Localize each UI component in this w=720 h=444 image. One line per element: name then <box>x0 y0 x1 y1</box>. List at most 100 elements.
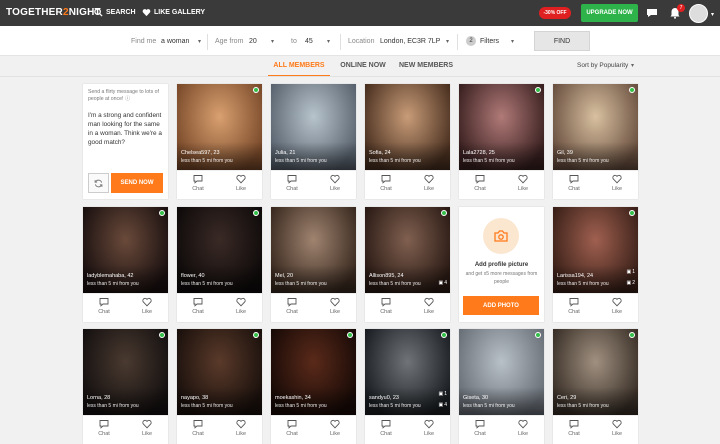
profile-card[interactable]: ▣ 1 ▣ 4 sandyu0, 23 less than 5 mi from you Ch… <box>365 329 450 444</box>
like-button[interactable]: Like <box>596 171 638 199</box>
chat-button[interactable]: Chat <box>365 416 407 444</box>
logo[interactable]: TOGETHER2NIGHT <box>6 7 101 18</box>
add-photo-button[interactable]: ADD PHOTO <box>463 296 539 315</box>
mass-message-text[interactable]: I'm a strong and confident man looking f… <box>88 112 164 148</box>
profile-name[interactable]: Chelsea597, 23 <box>181 150 220 156</box>
profile-name[interactable]: flower, 40 <box>181 273 205 279</box>
like-gallery-nav-link[interactable]: LIKE GALLERY <box>142 8 205 17</box>
profile-card[interactable]: ▣ 4 Allison895, 24 less than 5 mi from you C… <box>365 207 450 322</box>
chat-button[interactable]: Chat <box>83 294 125 322</box>
profile-name[interactable]: Giseta, 30 <box>463 395 488 401</box>
chat-button[interactable]: Chat <box>83 416 125 444</box>
user-avatar[interactable] <box>689 4 708 23</box>
profile-name[interactable]: ladyblemahaba, 42 <box>87 273 133 279</box>
profile-card[interactable]: Ceri, 29 less than 5 mi from you Chat Like <box>553 329 638 444</box>
like-button[interactable]: Like <box>502 171 544 199</box>
chevron-down-icon[interactable]: ▾ <box>631 62 634 69</box>
tab-new-members[interactable]: NEW MEMBERS <box>396 57 456 76</box>
profile-name[interactable]: Sofia, 24 <box>369 150 391 156</box>
online-indicator <box>441 332 447 338</box>
profile-card[interactable]: ▣ 1 ▣ 2 Larissa194, 24 less than 5 mi from yo… <box>553 207 638 322</box>
chat-button[interactable]: Chat <box>271 294 313 322</box>
chat-button[interactable]: Chat <box>365 171 407 199</box>
search-nav-link[interactable]: SEARCH <box>94 8 136 17</box>
like-button[interactable]: Like <box>314 294 356 322</box>
chat-button[interactable]: Chat <box>271 171 313 199</box>
profile-card[interactable]: Mel, 20 less than 5 mi from you Chat Like <box>271 207 356 322</box>
profile-card[interactable]: Chelsea597, 23 less than 5 mi from you Cha… <box>177 84 262 199</box>
profile-card[interactable]: Lorna, 28 less than 5 mi from you Chat Like <box>83 329 168 444</box>
like-button[interactable]: Like <box>220 294 262 322</box>
profile-card[interactable]: Sofia, 24 less than 5 mi from you Chat Like <box>365 84 450 199</box>
chat-button[interactable]: Chat <box>553 294 595 322</box>
chat-button[interactable]: Chat <box>177 294 219 322</box>
like-button[interactable]: Like <box>596 294 638 322</box>
profile-card[interactable]: Lala2728, 25 less than 5 mi from you Chat L… <box>459 84 544 199</box>
photo-gradient <box>459 387 544 415</box>
chat-button[interactable]: Chat <box>553 171 595 199</box>
chat-button[interactable]: Chat <box>459 416 501 444</box>
chat-button[interactable]: Chat <box>177 171 219 199</box>
like-button[interactable]: Like <box>502 416 544 444</box>
camera-icon[interactable] <box>483 218 519 254</box>
profile-card[interactable]: ladyblemahaba, 42 less than 5 mi from you… <box>83 207 168 322</box>
profile-name[interactable]: Mel, 20 <box>275 273 293 279</box>
upgrade-button[interactable]: UPGRADE NOW <box>581 4 638 22</box>
find-button[interactable]: FIND <box>534 31 590 51</box>
chevron-down-icon[interactable]: ▾ <box>711 11 714 18</box>
age-from-select[interactable]: 20 <box>249 38 257 45</box>
like-button[interactable]: Like <box>314 416 356 444</box>
chat-button[interactable]: Chat <box>177 416 219 444</box>
profile-name[interactable]: Julia, 21 <box>275 150 296 156</box>
like-label: Like <box>235 309 247 315</box>
profile-card[interactable]: flower, 40 less than 5 mi from you Chat Lik… <box>177 207 262 322</box>
profile-card[interactable]: Giseta, 30 less than 5 mi from you Chat Lik… <box>459 329 544 444</box>
profile-name[interactable]: moekashin, 34 <box>275 395 311 401</box>
like-button[interactable]: Like <box>596 416 638 444</box>
like-button[interactable]: Like <box>220 416 262 444</box>
chat-button[interactable]: Chat <box>553 416 595 444</box>
card-actions: Chat Like <box>365 170 450 199</box>
like-button[interactable]: Like <box>408 171 450 199</box>
chevron-down-icon[interactable]: ▾ <box>271 38 274 45</box>
profile-name[interactable]: Gil, 39 <box>557 150 573 156</box>
profile-card[interactable]: Julia, 21 less than 5 mi from you Chat Like <box>271 84 356 199</box>
tab-online-now[interactable]: ONLINE NOW <box>334 57 392 76</box>
chat-bubble-icon[interactable] <box>646 7 658 19</box>
profile-card[interactable]: moekashin, 34 less than 5 mi from you Chat… <box>271 329 356 444</box>
location-label: Location <box>348 38 375 45</box>
like-button[interactable]: Like <box>220 171 262 199</box>
location-select[interactable]: London, EC3R 7LP <box>380 38 440 45</box>
like-button[interactable]: Like <box>408 416 450 444</box>
filters-dropdown[interactable]: Filters <box>480 38 499 45</box>
profile-name[interactable]: Ceri, 29 <box>557 395 576 401</box>
chevron-down-icon[interactable]: ▾ <box>446 38 449 45</box>
like-button[interactable]: Like <box>408 294 450 322</box>
chat-label: Chat <box>192 431 204 437</box>
like-button[interactable]: Like <box>314 171 356 199</box>
refresh-message-button[interactable] <box>88 173 109 193</box>
chevron-down-icon[interactable]: ▾ <box>327 38 330 45</box>
profile-card[interactable]: Gil, 39 less than 5 mi from you Chat Like <box>553 84 638 199</box>
discount-badge[interactable]: -30% OFF <box>539 7 571 19</box>
profile-name[interactable]: Lorna, 28 <box>87 395 110 401</box>
like-button[interactable]: Like <box>126 416 168 444</box>
age-to-select[interactable]: 45 <box>305 38 313 45</box>
info-icon[interactable]: ⓘ <box>125 96 130 102</box>
find-me-select[interactable]: a woman <box>161 38 189 45</box>
profile-name[interactable]: Lala2728, 25 <box>463 150 495 156</box>
sort-dropdown[interactable]: Sort by Popularity <box>577 62 628 69</box>
profile-name[interactable]: nayapo, 38 <box>181 395 208 401</box>
chat-button[interactable]: Chat <box>271 416 313 444</box>
like-button[interactable]: Like <box>126 294 168 322</box>
profile-name[interactable]: sandyu0, 23 <box>369 395 399 401</box>
chat-button[interactable]: Chat <box>365 294 407 322</box>
chevron-down-icon[interactable]: ▾ <box>511 38 514 45</box>
profile-name[interactable]: Larissa194, 24 <box>557 273 593 279</box>
profile-card[interactable]: nayapo, 38 less than 5 mi from you Chat Lik… <box>177 329 262 444</box>
send-now-button[interactable]: SEND NOW <box>111 173 163 193</box>
chevron-down-icon[interactable]: ▾ <box>198 38 201 45</box>
profile-name[interactable]: Allison895, 24 <box>369 273 404 279</box>
chat-button[interactable]: Chat <box>459 171 501 199</box>
tab-all-members[interactable]: ALL MEMBERS <box>268 57 330 76</box>
